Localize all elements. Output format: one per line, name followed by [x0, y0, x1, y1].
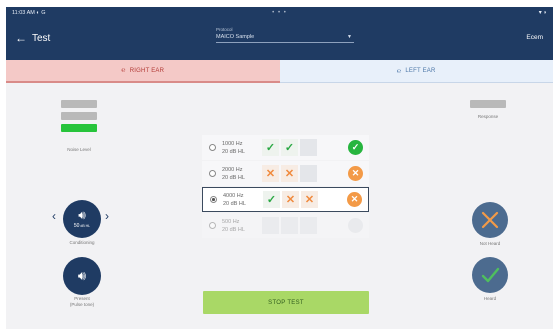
result-empty-icon — [348, 218, 363, 233]
result-pass-icon: ✓ — [348, 140, 363, 155]
speaker-icon: 🔊︎ — [78, 208, 86, 222]
empty-cell — [300, 139, 317, 156]
check-icon: ✓ — [263, 191, 280, 208]
response-cells: ✓ ✕ ✕ — [263, 191, 318, 208]
level-increase-arrow[interactable]: › — [105, 209, 109, 223]
protocol-value-field[interactable]: MAICO Sample ▼ — [216, 34, 354, 43]
tab-left-ear[interactable]: ℮ LEFT EAR — [279, 60, 553, 83]
result-fail-icon: ✕ — [347, 192, 362, 207]
frequency-label: 1000 Hz 20 dB HL — [222, 140, 245, 155]
empty-cell — [300, 165, 317, 182]
empty-cell — [300, 217, 317, 234]
level-decrease-arrow[interactable]: ‹ — [52, 209, 56, 223]
table-row[interactable]: 1000 Hz 20 dB HL ✓ ✓ ✓ — [202, 135, 369, 160]
row-radio[interactable] — [209, 222, 216, 229]
heard-button[interactable] — [472, 257, 508, 293]
empty-cell — [281, 217, 298, 234]
tab-right-ear-label: RIGHT EAR — [129, 67, 165, 74]
frequency-results-table: 1000 Hz 20 dB HL ✓ ✓ ✓ 2000 Hz 20 dB HL ✕ ✕ ✕ 4000… — [202, 135, 369, 239]
result-fail-icon: ✕ — [348, 166, 363, 181]
conditioning-button[interactable]: 🔊︎ 50 dB HL — [63, 200, 101, 238]
present-tone-button[interactable]: 🔊︎ — [63, 257, 101, 295]
x-icon — [481, 211, 499, 229]
page-title: Test — [32, 33, 51, 44]
ear-icon: ℮ — [121, 67, 126, 74]
ear-tabs: ℮ RIGHT EAR ℮ LEFT EAR — [6, 60, 553, 83]
noise-bar-low — [61, 124, 97, 132]
noise-bar-mid — [61, 112, 97, 120]
app-header: ← Test Protocol MAICO Sample ▼ Ecem — [6, 18, 553, 60]
response-cells: ✓ ✓ — [262, 139, 317, 156]
protocol-label: Protocol — [216, 27, 233, 32]
not-heard-label: Not Heard — [479, 241, 501, 246]
ear-icon: ℮ — [396, 67, 402, 75]
not-heard-button[interactable] — [472, 202, 508, 238]
conditioning-level: 50 dB HL — [73, 223, 91, 229]
present-label: Present (Pulse tone) — [69, 296, 95, 307]
noise-level-meter — [61, 100, 97, 136]
speaker-icon: 🔊︎ — [77, 268, 87, 283]
user-name[interactable]: Ecem — [526, 34, 543, 41]
x-icon: ✕ — [281, 165, 298, 182]
heard-label: Heard — [483, 296, 497, 301]
chevron-down-icon: ▼ — [347, 34, 352, 40]
x-icon: ✕ — [282, 191, 299, 208]
frequency-label: 2000 Hz 20 dB HL — [222, 166, 245, 181]
response-label: Response — [477, 114, 499, 119]
row-radio[interactable] — [210, 196, 217, 203]
conditioning-label: Conditioning — [69, 240, 95, 245]
empty-cell — [262, 217, 279, 234]
table-row[interactable]: 2000 Hz 20 dB HL ✕ ✕ ✕ — [202, 161, 369, 186]
table-row[interactable]: 500 Hz 20 dB HL — [202, 213, 369, 238]
stop-test-button[interactable]: STOP TEST — [203, 291, 369, 314]
noise-bar-high — [61, 100, 97, 108]
status-dots: • • • — [272, 9, 287, 16]
tab-left-ear-label: LEFT EAR — [405, 68, 436, 74]
frequency-label: 4000 Hz 20 dB HL — [223, 192, 246, 207]
frequency-label: 500 Hz 20 dB HL — [222, 218, 245, 233]
app-frame: 11:03 AM ◐ G • • • ▾ ◗ ← Test Protocol M… — [6, 7, 553, 329]
protocol-value: MAICO Sample — [216, 34, 255, 40]
table-row[interactable]: 4000 Hz 20 dB HL ✓ ✕ ✕ ✕ — [202, 187, 369, 212]
protocol-select[interactable]: Protocol MAICO Sample ▼ — [216, 27, 354, 43]
tab-right-ear[interactable]: ℮ RIGHT EAR — [6, 60, 280, 83]
check-icon: ✓ — [281, 139, 298, 156]
status-bar: 11:03 AM ◐ G • • • ▾ ◗ — [6, 7, 553, 18]
response-cells: ✕ ✕ — [262, 165, 317, 182]
arrow-left-icon[interactable]: ← — [15, 32, 27, 44]
row-radio[interactable] — [209, 170, 216, 177]
check-icon — [481, 267, 500, 283]
x-icon: ✕ — [301, 191, 318, 208]
row-radio[interactable] — [209, 144, 216, 151]
x-icon: ✕ — [262, 165, 279, 182]
check-icon: ✓ — [262, 139, 279, 156]
noise-level-label: Noise Level — [67, 147, 91, 152]
response-indicator — [470, 100, 506, 108]
response-cells — [262, 217, 317, 234]
